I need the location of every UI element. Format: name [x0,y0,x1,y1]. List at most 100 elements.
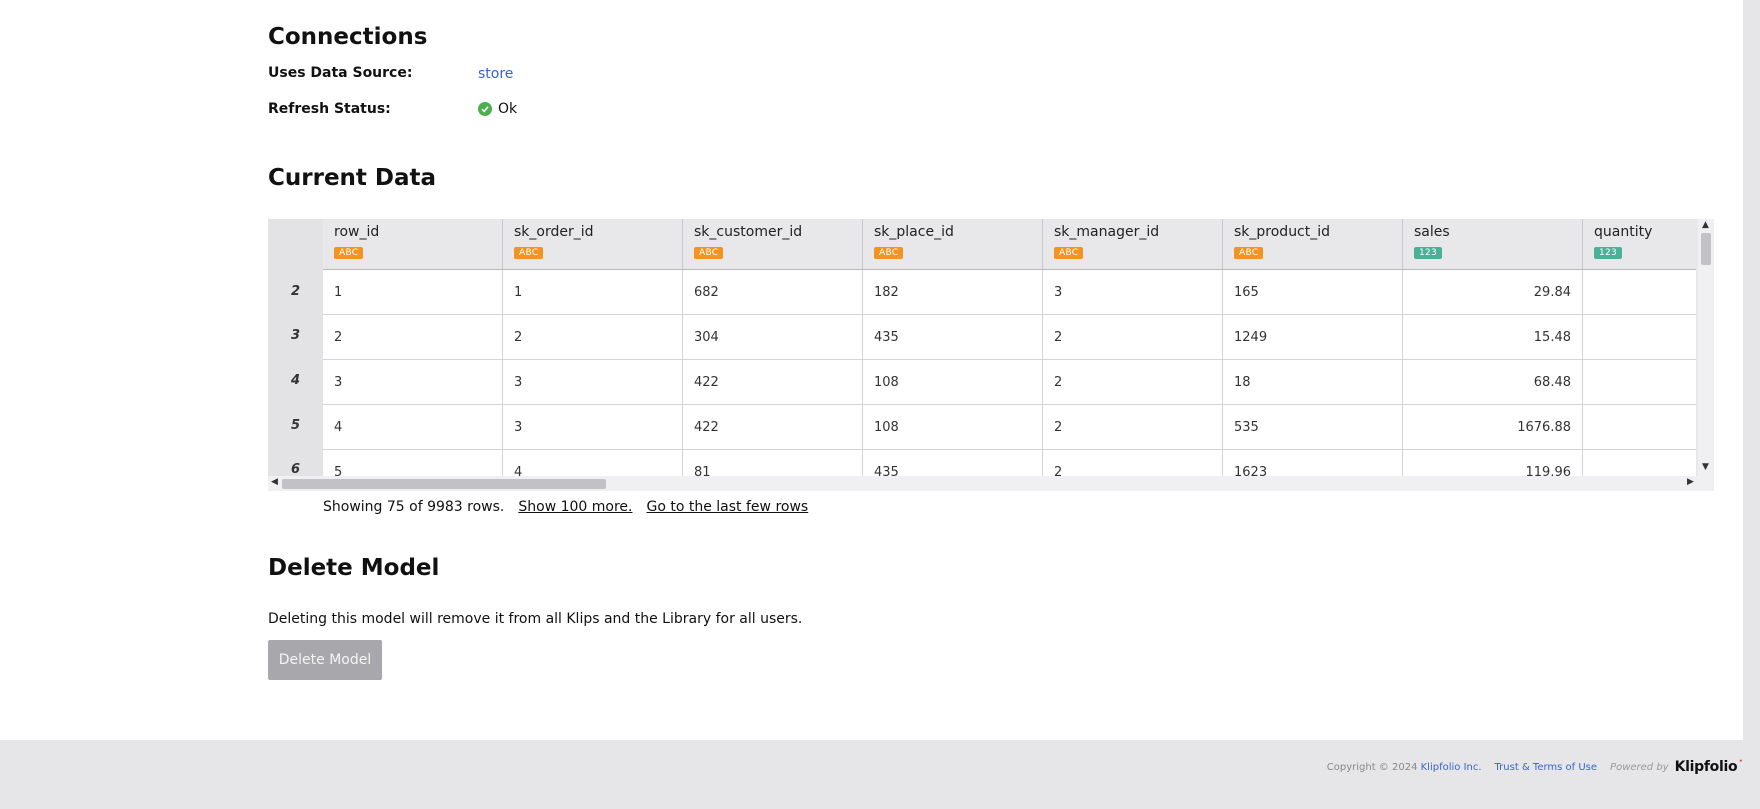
column-header[interactable]: sk_order_id ABC [503,219,683,269]
vertical-scrollbar[interactable]: ▲ ▼ [1698,219,1714,476]
table-row: 4 3 422 108 2 535 1676.88 [323,405,1696,450]
table-cell[interactable]: 108 [863,405,1043,449]
data-grid-viewport[interactable]: 2 3 4 5 6 row_id ABC sk_order_id ABC sk_cust… [268,219,1696,476]
column-header[interactable]: sk_product_id ABC [1223,219,1403,269]
right-edge-strip [1743,0,1760,740]
table-cell[interactable]: 3 [503,405,683,449]
column-header[interactable]: sk_manager_id ABC [1043,219,1223,269]
column-type-badge: ABC [514,247,544,259]
table-cell[interactable]: 15.48 [1403,315,1583,359]
data-source-label: Uses Data Source: [268,65,413,81]
table-cell[interactable]: 3 [503,360,683,404]
column-header[interactable]: sales 123 [1403,219,1583,269]
table-cell[interactable]: 1249 [1223,315,1403,359]
column-header[interactable]: quantity 123 [1583,219,1696,269]
table-cell[interactable] [1583,450,1696,476]
data-source-value[interactable]: store [478,66,513,82]
table-cell[interactable]: 68.48 [1403,360,1583,404]
table-cell[interactable]: 2 [1043,405,1223,449]
table-cell[interactable]: 5 [323,450,503,476]
table-cell[interactable]: 422 [683,405,863,449]
table-cell[interactable]: 2 [323,315,503,359]
column-name: sk_place_id [874,224,954,240]
table-cell[interactable]: 435 [863,315,1043,359]
table-cell[interactable]: 4 [503,450,683,476]
show-more-link[interactable]: Show 100 more. [518,499,632,515]
refresh-status: Ok [478,101,517,117]
table-cell[interactable]: 29.84 [1403,270,1583,314]
table-row: 2 2 304 435 2 1249 15.48 [323,315,1696,360]
klipfolio-logo[interactable]: Klipfolio˙ [1674,759,1745,775]
table-cell[interactable]: 3 [1043,270,1223,314]
column-header[interactable]: sk_customer_id ABC [683,219,863,269]
column-type-badge: ABC [1054,247,1084,259]
table-cell[interactable]: 435 [863,450,1043,476]
delete-model-description: Deleting this model will remove it from … [268,611,803,627]
refresh-status-value: Ok [498,101,518,117]
table-cell[interactable]: 2 [503,315,683,359]
table-row: 3 3 422 108 2 18 68.48 [323,360,1696,405]
data-source-link[interactable]: store [478,66,513,82]
table-cell[interactable]: 119.96 [1403,450,1583,476]
scroll-right-arrow-icon[interactable]: ▶ [1687,477,1694,487]
table-cell[interactable]: 81 [683,450,863,476]
table-cell[interactable]: 182 [863,270,1043,314]
scroll-left-arrow-icon[interactable]: ◀ [271,477,278,487]
table-cell[interactable]: 1623 [1223,450,1403,476]
column-name: sk_manager_id [1054,224,1160,240]
vertical-scroll-thumb[interactable] [1701,233,1711,265]
row-number: 6 [290,462,301,476]
delete-model-button[interactable]: Delete Model [268,640,382,680]
table-cell[interactable]: 108 [863,360,1043,404]
table-cell[interactable]: 2 [1043,450,1223,476]
table-cell[interactable]: 4 [323,405,503,449]
row-number: 2 [290,284,301,299]
table-cell[interactable]: 2 [1043,315,1223,359]
table-cell[interactable]: 1 [503,270,683,314]
table-cell[interactable]: 165 [1223,270,1403,314]
column-type-badge: 123 [1594,247,1623,259]
table-cell[interactable]: 1 [323,270,503,314]
powered-by: Powered by Klipfolio˙ [1610,759,1744,775]
refresh-status-label: Refresh Status: [268,101,391,117]
brand-name: Klipfolio [1674,759,1738,775]
grid-header: row_id ABC sk_order_id ABC sk_customer_id ABC… [323,219,1696,270]
column-header[interactable]: row_id ABC [323,219,503,269]
connections-heading: Connections [268,24,428,50]
copyright-text: Copyright © 2024 [1326,761,1418,773]
table-cell[interactable]: 304 [683,315,863,359]
table-cell[interactable] [1583,405,1696,449]
table-cell[interactable] [1583,360,1696,404]
table-cell[interactable] [1583,270,1696,314]
row-count-bar: Showing 75 of 9983 rows. Show 100 more. … [323,499,808,515]
current-data-heading: Current Data [268,165,437,191]
column-type-badge: ABC [334,247,364,259]
column-header[interactable]: sk_place_id ABC [863,219,1043,269]
table-cell[interactable] [1583,315,1696,359]
company-link[interactable]: Klipfolio Inc. [1421,762,1482,773]
table-cell[interactable]: 2 [1043,360,1223,404]
column-name: sk_order_id [514,224,594,240]
horizontal-scrollbar[interactable]: ◀ ▶ [268,476,1714,491]
column-name: sales [1414,224,1450,240]
column-name: sk_customer_id [694,224,803,240]
delete-model-heading: Delete Model [268,555,440,581]
table-cell[interactable]: 3 [323,360,503,404]
column-type-badge: ABC [694,247,724,259]
grid-body: 1 1 682 182 3 165 29.84 2 2 304 435 2 1249 15.48 3 3 422… [323,270,1696,476]
row-number: 5 [290,418,301,433]
horizontal-scroll-thumb[interactable] [282,479,606,489]
table-cell[interactable]: 1676.88 [1403,405,1583,449]
table-row: 1 1 682 182 3 165 29.84 [323,270,1696,315]
last-rows-link[interactable]: Go to the last few rows [647,499,809,515]
scroll-up-arrow-icon[interactable]: ▲ [1702,220,1709,230]
table-cell[interactable]: 535 [1223,405,1403,449]
table-cell[interactable]: 18 [1223,360,1403,404]
table-row: 5 4 81 435 2 1623 119.96 [323,450,1696,476]
table-cell[interactable]: 422 [683,360,863,404]
row-number: 4 [290,373,301,388]
powered-by-text: Powered by [1610,761,1669,773]
scroll-down-arrow-icon[interactable]: ▼ [1702,462,1709,472]
table-cell[interactable]: 682 [683,270,863,314]
terms-link[interactable]: Trust & Terms of Use [1495,762,1598,773]
